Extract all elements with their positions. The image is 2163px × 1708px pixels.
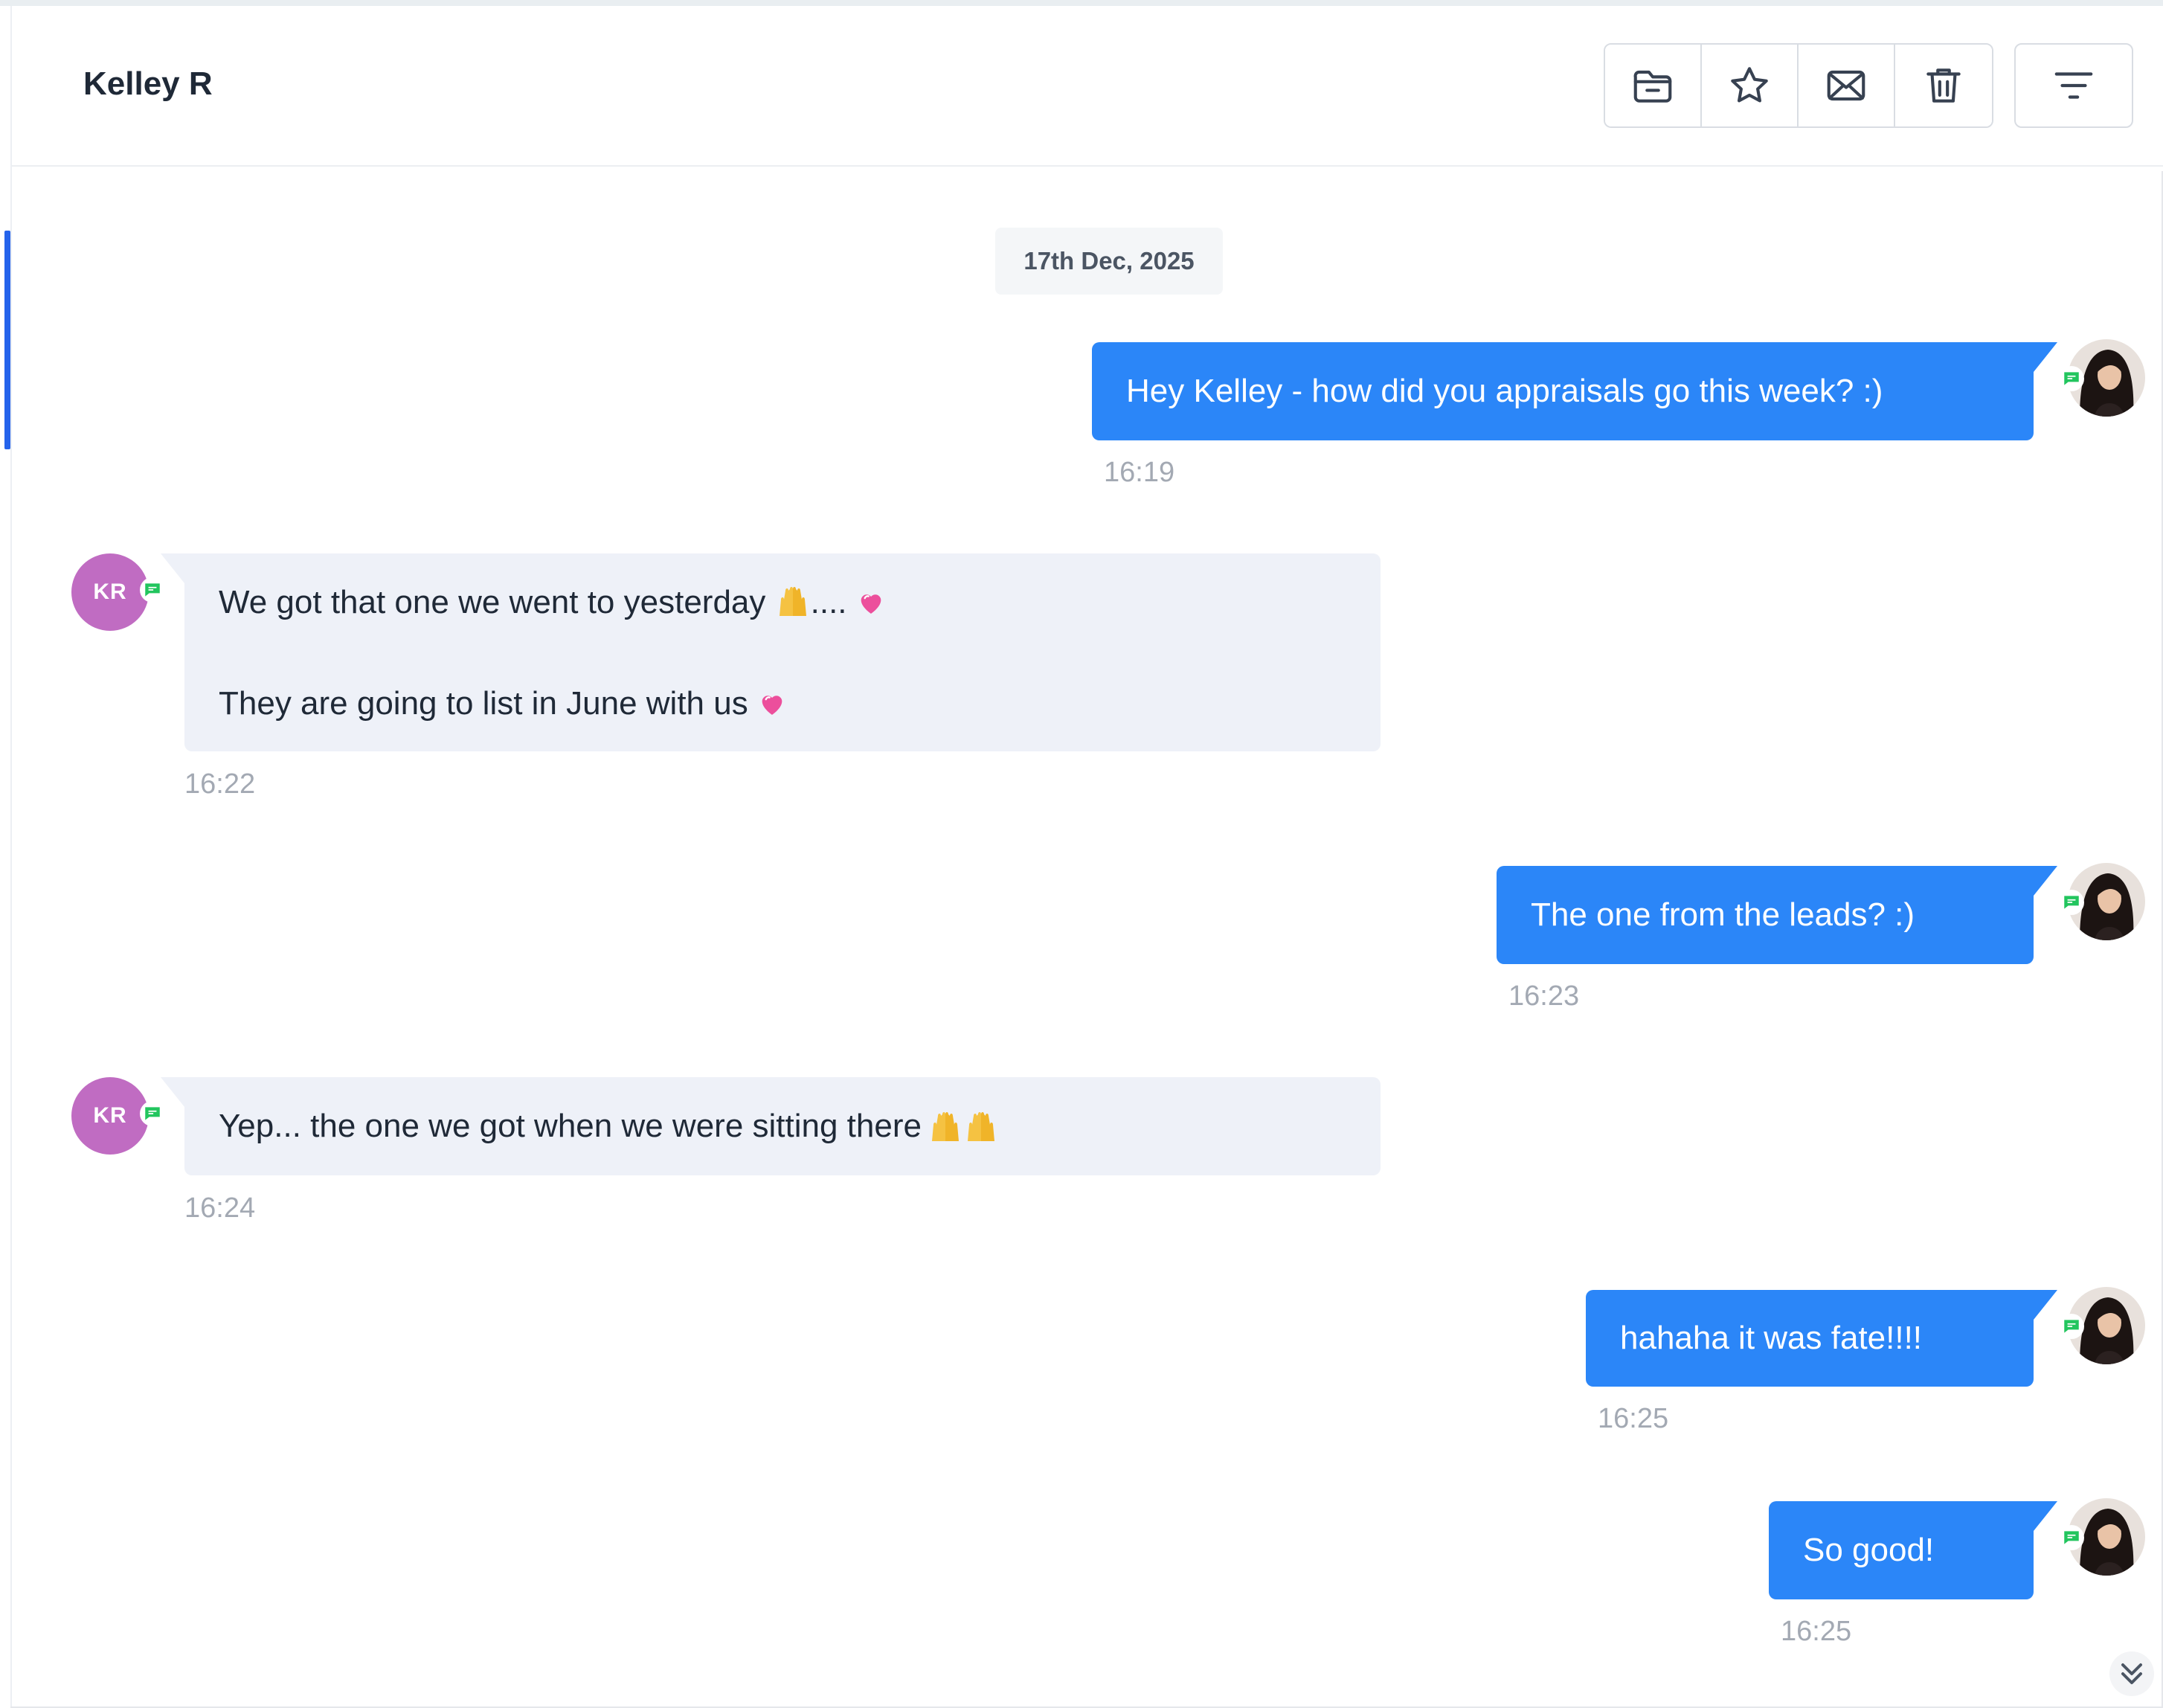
sms-channel-icon: [2059, 1314, 2084, 1339]
message-text: The one from the leads? :): [1531, 896, 1915, 933]
outgoing-message[interactable]: hahaha it was fate!!!!: [1586, 1290, 2057, 1387]
message-time: 16:22: [184, 768, 256, 800]
incoming-message[interactable]: We got that one we went to yesterday ...…: [161, 553, 1381, 751]
message-text: hahaha it was fate!!!!: [1620, 1320, 1923, 1356]
bubble-tail: [2034, 1290, 2057, 1320]
outgoing-message[interactable]: The one from the leads? :): [1497, 866, 2057, 964]
star-button[interactable]: [1702, 45, 1799, 126]
message-time: 16:25: [1781, 1616, 1852, 1647]
incoming-message[interactable]: Yep... the one we got when we were sitti…: [161, 1077, 1381, 1175]
contact-avatar: KR: [71, 553, 149, 631]
filter-lines-icon: [2054, 72, 2093, 99]
message-time: 16:19: [1104, 457, 1175, 488]
conversation-header: Kelley R: [12, 6, 2163, 167]
mail-icon: [1827, 70, 1865, 101]
outgoing-message[interactable]: So good!: [1769, 1501, 2057, 1599]
bubble-tail: [2034, 866, 2057, 896]
sms-channel-icon: [2059, 366, 2084, 391]
star-icon: [1731, 67, 1768, 103]
filter-button[interactable]: [2014, 43, 2133, 128]
message-time: 16:24: [184, 1192, 256, 1224]
conversation-actions: [1604, 43, 1993, 128]
selected-conversation-indicator: [4, 231, 10, 449]
raising-hands-icon: [931, 1112, 959, 1141]
delete-button[interactable]: [1895, 45, 1992, 126]
scroll-to-bottom-button[interactable]: [2109, 1651, 2154, 1696]
bubble-tail: [2034, 1501, 2057, 1531]
outgoing-message[interactable]: Hey Kelley - how did you appraisals go t…: [1092, 342, 2057, 440]
message-time: 16:25: [1598, 1403, 1669, 1434]
contact-avatar: KR: [71, 1077, 149, 1155]
message-text: Yep... the one we got when we were sitti…: [219, 1108, 922, 1144]
archive-button[interactable]: [1605, 45, 1702, 126]
date-separator: 17th Dec, 2025: [995, 228, 1223, 295]
pink-heart-icon: [861, 594, 881, 614]
bubble-tail: [161, 553, 184, 583]
pink-heart-icon: [762, 696, 782, 715]
mark-unread-button[interactable]: [1799, 45, 1895, 126]
message-text: Hey Kelley - how did you appraisals go t…: [1126, 373, 1883, 409]
bubble-tail: [2034, 342, 2057, 372]
top-divider: [0, 0, 2163, 6]
message-line: We got that one we went to yesterday ...…: [219, 580, 1346, 625]
message-text: So good!: [1803, 1532, 1935, 1568]
folder-minus-icon: [1633, 70, 1672, 103]
raising-hands-icon: [967, 1112, 994, 1141]
contact-name: Kelley R: [83, 65, 213, 102]
double-chevron-down-icon: [2121, 1663, 2142, 1684]
raising-hands-icon: [779, 587, 806, 616]
sms-channel-icon: [2059, 1525, 2084, 1550]
sms-channel-icon: [2059, 890, 2084, 915]
left-panel-border: [10, 6, 12, 1708]
bubble-tail: [161, 1077, 184, 1107]
message-line: They are going to list in June with us: [219, 681, 1346, 726]
message-time: 16:23: [1508, 980, 1580, 1012]
trash-icon: [1926, 68, 1961, 103]
